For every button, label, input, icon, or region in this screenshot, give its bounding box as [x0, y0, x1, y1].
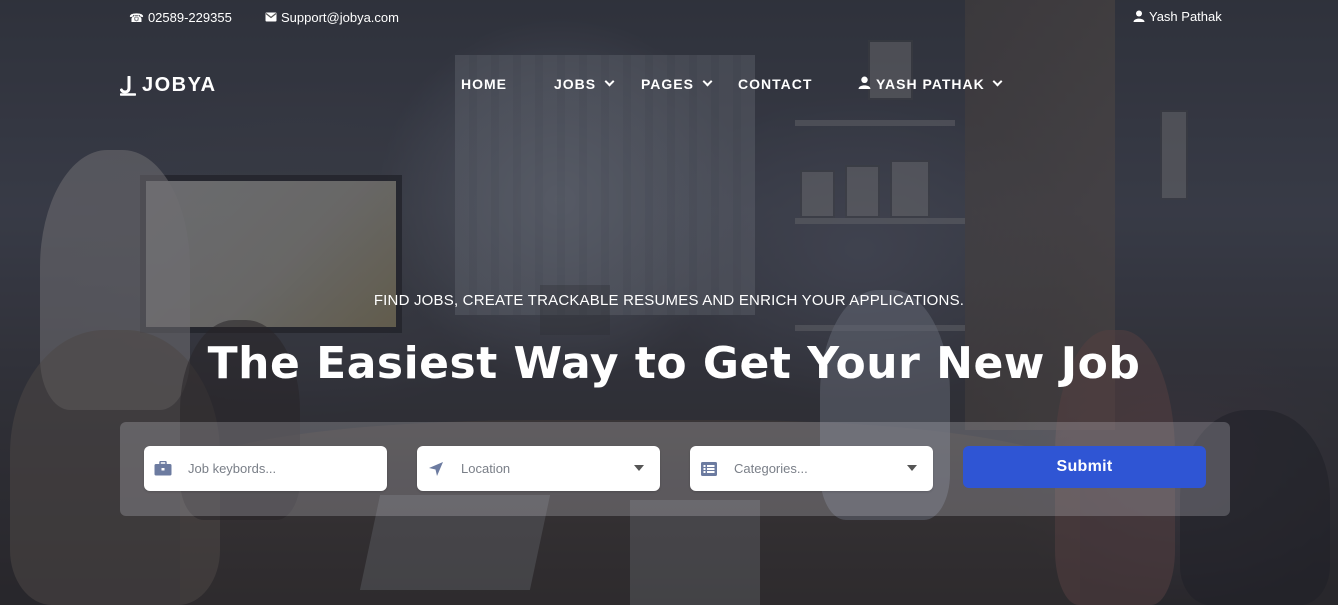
nav-home-label: HOME: [461, 76, 507, 92]
nav-account[interactable]: YASH PATHAK: [858, 76, 1003, 92]
envelope-icon: [265, 12, 277, 24]
user-icon: [1133, 10, 1145, 24]
categories-select[interactable]: Categories...: [690, 446, 933, 491]
chevron-down-icon: [702, 76, 713, 87]
nav-contact-label: CONTACT: [738, 76, 813, 92]
caret-down-icon: [634, 465, 644, 471]
nav-pages-label: PAGES: [641, 76, 694, 92]
location-select[interactable]: Location: [417, 446, 660, 491]
main-navbar: JOBYA HOME JOBS PAGES CONTACT YASH PATHA…: [0, 60, 1338, 108]
keywords-placeholder: Job keybords...: [188, 461, 277, 476]
location-label: Location: [461, 461, 511, 476]
chevron-down-icon: [992, 76, 1003, 87]
topbar-phone-text: 02589-229355: [147, 10, 232, 25]
logo-icon: [119, 75, 137, 96]
topbar-email[interactable]: Support@jobya.com: [265, 10, 399, 25]
briefcase-icon: [153, 461, 173, 476]
topbar-user-name: Yash Pathak: [1149, 9, 1222, 24]
brand-name: JOBYA: [142, 74, 217, 96]
user-icon: [858, 76, 871, 92]
categories-label: Categories...: [734, 461, 808, 476]
hero-tagline: FIND JOBS, CREATE TRACKABLE RESUMES AND …: [373, 292, 965, 309]
caret-down-icon: [907, 465, 917, 471]
keywords-field[interactable]: Job keybords...: [144, 446, 387, 491]
brand-logo[interactable]: JOBYA: [119, 74, 217, 97]
nav-account-label: YASH PATHAK: [876, 76, 985, 92]
location-arrow-icon: [426, 461, 446, 477]
nav-jobs[interactable]: JOBS: [554, 76, 615, 92]
chevron-down-icon: [604, 76, 615, 87]
job-search-panel: Job keybords... Location Categories... S…: [120, 422, 1230, 516]
phone-icon: ☎: [129, 10, 144, 25]
nav-home[interactable]: HOME: [461, 76, 507, 92]
nav-pages[interactable]: PAGES: [641, 76, 713, 92]
list-icon: [699, 461, 719, 476]
nav-contact[interactable]: CONTACT: [738, 76, 812, 92]
nav-jobs-label: JOBS: [554, 76, 597, 92]
top-bar: ☎ 02589-229355 Support@jobya.com Yash Pa…: [0, 0, 1338, 36]
topbar-user[interactable]: Yash Pathak: [1133, 9, 1222, 24]
topbar-phone[interactable]: ☎ 02589-229355: [129, 10, 232, 25]
topbar-email-text: Support@jobya.com: [281, 10, 399, 25]
hero-headline: The Easiest Way to Get Your New Job: [207, 338, 1141, 389]
submit-button[interactable]: Submit: [963, 446, 1206, 488]
